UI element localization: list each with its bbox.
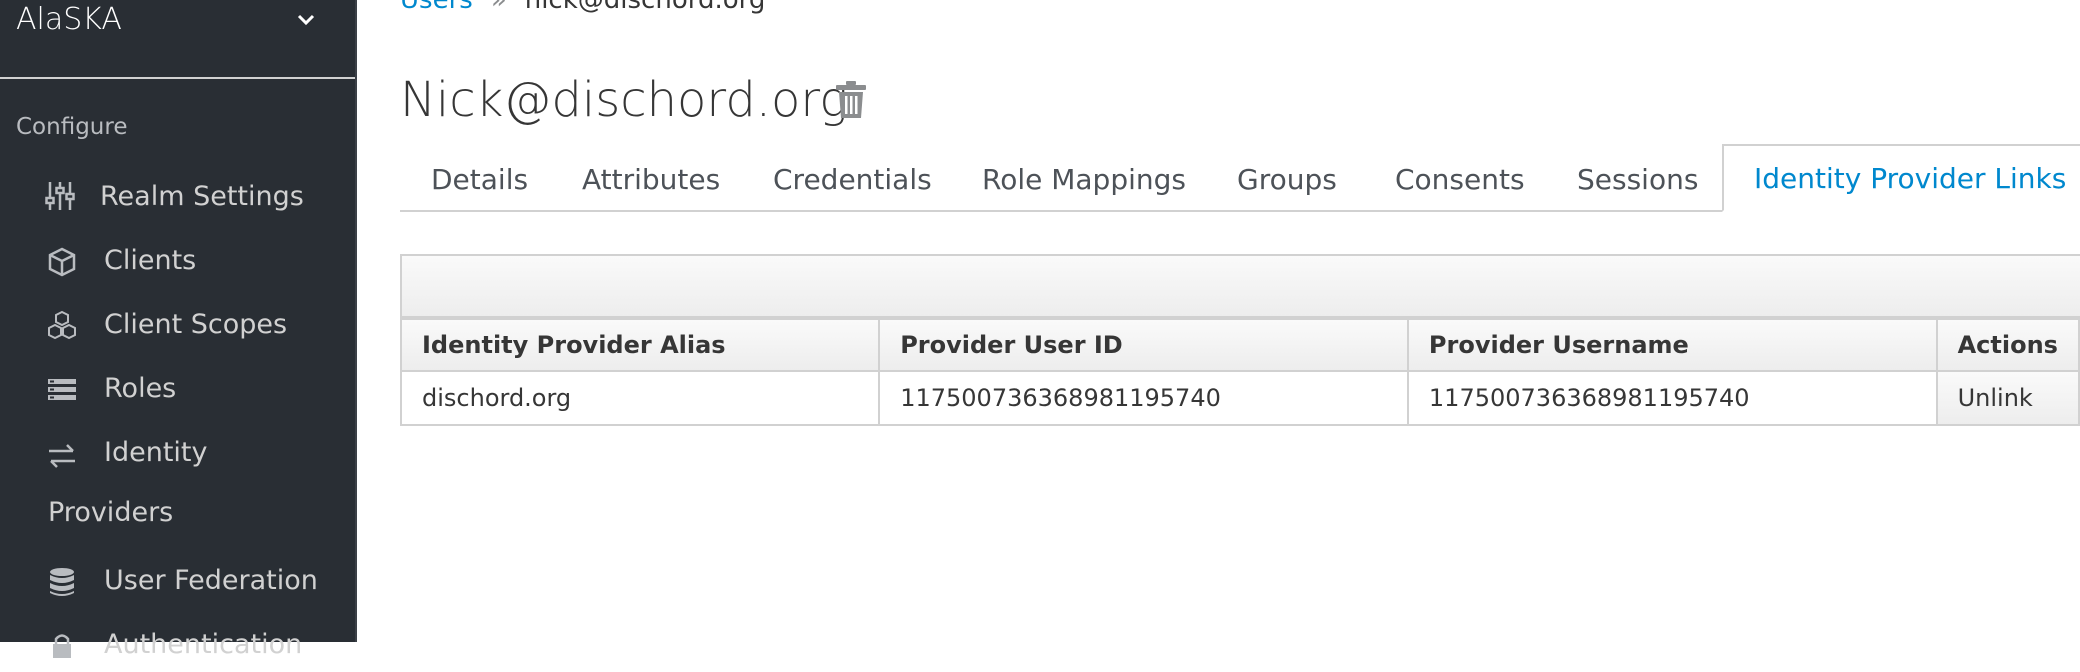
chevron-down-icon [297, 14, 315, 26]
tab-bar: Details Attributes Credentials Role Mapp… [400, 144, 2080, 212]
column-header-user-id: Provider User ID [878, 318, 1409, 372]
breadcrumb-separator: » [490, 0, 507, 15]
tab-identity-provider-links[interactable]: Identity Provider Links [1722, 144, 2080, 212]
sidebar-item-label: Client Scopes [104, 309, 288, 340]
column-header-actions: Actions [1935, 318, 2080, 372]
realm-selector[interactable]: AlaSKA [0, 0, 355, 79]
identity-provider-links-table: Identity Provider Alias Provider User ID… [399, 318, 2080, 426]
column-header-username: Provider Username [1406, 318, 1938, 372]
cell-user-id: 117500736368981195740 [878, 370, 1409, 426]
exchange-icon [49, 444, 75, 468]
breadcrumb-link-users[interactable]: Users [400, 0, 473, 15]
sidebar-item-identity-providers[interactable]: Identity Providers [0, 426, 355, 536]
sidebar-item-roles[interactable]: Roles [0, 362, 355, 416]
realm-name: AlaSKA [16, 2, 122, 37]
unlink-button[interactable]: Unlink [1935, 370, 2080, 426]
table-toolbar [400, 254, 2080, 318]
column-header-alias: Identity Provider Alias [399, 318, 881, 372]
sliders-icon [45, 182, 75, 210]
database-icon [50, 568, 74, 596]
cubes-icon [48, 310, 76, 340]
section-label-configure: Configure [16, 114, 128, 140]
breadcrumb-current: nick@dischord.org [524, 0, 766, 15]
sidebar-item-label-wrap: Providers [48, 497, 174, 528]
tab-consents[interactable]: Consents [1395, 144, 1525, 210]
table-header-row: Identity Provider Alias Provider User ID… [399, 318, 2080, 372]
lock-icon [53, 634, 71, 658]
sidebar-item-label: Realm Settings [100, 181, 304, 212]
tab-details[interactable]: Details [431, 144, 528, 210]
sidebar-item-authentication[interactable]: Authentication [0, 618, 355, 672]
breadcrumb: Users » nick@dischord.org [400, 0, 765, 14]
tab-attributes[interactable]: Attributes [582, 144, 720, 210]
sidebar-item-user-federation[interactable]: User Federation [0, 554, 355, 608]
sidebar: AlaSKA Configure Realm Settings Clients [0, 0, 357, 660]
page-title: Nick@dischord.org [400, 72, 849, 128]
table-row: dischord.org 117500736368981195740 11750… [399, 370, 2080, 426]
cell-alias: dischord.org [399, 370, 881, 426]
tab-groups[interactable]: Groups [1237, 144, 1337, 210]
sidebar-item-label: Clients [104, 245, 197, 276]
tab-credentials[interactable]: Credentials [773, 144, 932, 210]
tab-sessions[interactable]: Sessions [1577, 144, 1698, 210]
list-icon [48, 379, 76, 400]
sidebar-item-client-scopes[interactable]: Client Scopes [0, 298, 355, 352]
cell-username: 117500736368981195740 [1406, 370, 1938, 426]
tab-role-mappings[interactable]: Role Mappings [982, 144, 1186, 210]
sidebar-item-realm-settings[interactable]: Realm Settings [0, 170, 355, 224]
sidebar-item-label: User Federation [104, 565, 318, 596]
trash-icon[interactable] [834, 80, 868, 120]
cube-icon [48, 247, 76, 277]
sidebar-item-label: Identity [104, 437, 208, 468]
sidebar-item-clients[interactable]: Clients [0, 234, 355, 288]
sidebar-item-label: Roles [104, 373, 177, 404]
sidebar-item-label: Authentication [104, 629, 303, 660]
